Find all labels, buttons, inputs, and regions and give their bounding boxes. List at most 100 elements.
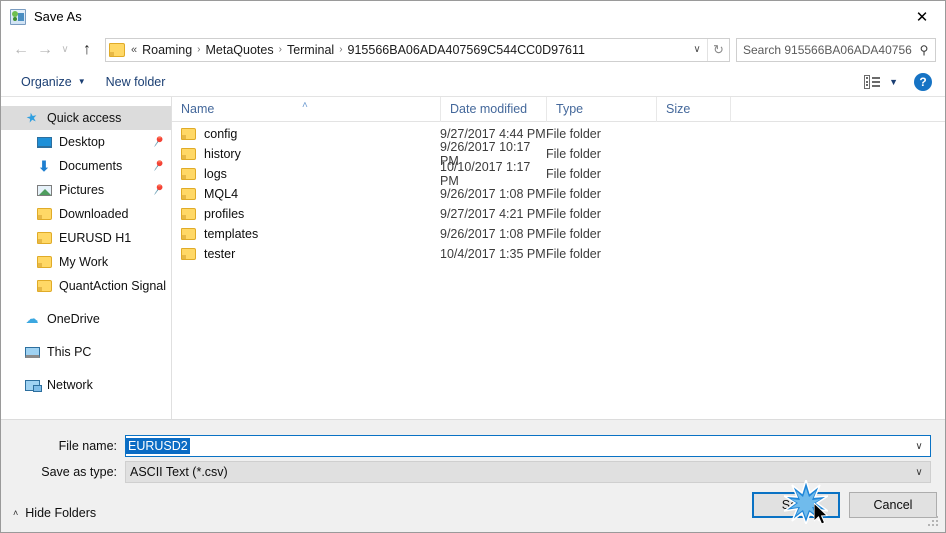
file-name-cell[interactable]: templates bbox=[172, 227, 440, 241]
cancel-button[interactable]: Cancel bbox=[849, 492, 937, 518]
table-row[interactable]: config 9/27/2017 4:44 PM File folder bbox=[172, 124, 945, 144]
breadcrumb-item-metaquotes[interactable]: MetaQuotes bbox=[202, 39, 278, 61]
sidebar-item-downloaded[interactable]: Downloaded bbox=[1, 202, 171, 226]
column-header-name[interactable]: ˄ Name bbox=[172, 97, 440, 122]
address-bar[interactable]: « Roaming › MetaQuotes › Terminal › 9155… bbox=[105, 37, 730, 62]
view-options-button[interactable]: ▼ bbox=[864, 74, 898, 89]
sidebar-item-label: QuantAction Signal bbox=[59, 279, 167, 293]
table-row[interactable]: profiles 9/27/2017 4:21 PM File folder bbox=[172, 204, 945, 224]
sidebar-item-label: Documents bbox=[59, 159, 123, 173]
resize-grip-icon[interactable] bbox=[928, 516, 940, 528]
search-input[interactable]: Search 915566BA06ADA40756… ⚲ bbox=[736, 37, 936, 62]
breadcrumb-item-terminal[interactable]: Terminal bbox=[283, 39, 338, 61]
navigation-sidebar: ★ Quick access Desktop 📍 ⬇ Documents 📍 Pictures… bbox=[1, 97, 172, 419]
file-name-text: MQL4 bbox=[204, 187, 239, 201]
type-cell: File folder bbox=[546, 187, 601, 201]
column-headers: ˄ Name Date modified Type Size bbox=[172, 96, 945, 122]
file-name-cell[interactable]: MQL4 bbox=[172, 187, 440, 201]
sidebar-item-pictures[interactable]: Pictures 📍 bbox=[1, 178, 171, 202]
search-icon[interactable]: ⚲ bbox=[913, 43, 935, 57]
breadcrumb-overflow-icon[interactable]: « bbox=[128, 44, 138, 56]
type-cell: File folder bbox=[546, 167, 601, 181]
file-list-pane: ˄ Name Date modified Type Size config 9/2… bbox=[172, 96, 945, 419]
sidebar-item-network[interactable]: Network bbox=[1, 373, 171, 397]
file-name-text: config bbox=[204, 127, 238, 141]
sidebar-item-my-work[interactable]: My Work bbox=[1, 250, 171, 274]
sidebar-item-quantaction-signal[interactable]: QuantAction Signal bbox=[1, 274, 171, 298]
chevron-down-icon[interactable]: ▼ bbox=[889, 77, 898, 87]
hide-folders-button[interactable]: ˄ Hide Folders bbox=[13, 506, 96, 520]
organize-button[interactable]: Organize ▼ bbox=[11, 70, 96, 94]
table-row[interactable]: MQL4 9/26/2017 1:08 PM File folder bbox=[172, 184, 945, 204]
sidebar-item-this-pc[interactable]: This PC bbox=[1, 340, 171, 364]
command-bar: Organize ▼ New folder ▼ ? bbox=[1, 67, 945, 97]
pin-icon[interactable]: 📍 bbox=[149, 133, 168, 152]
chevron-down-icon: ▼ bbox=[77, 77, 86, 86]
sidebar-item-desktop[interactable]: Desktop 📍 bbox=[1, 130, 171, 154]
picture-icon bbox=[35, 182, 53, 198]
file-name-input[interactable]: EURUSD2 ∨ bbox=[125, 435, 931, 457]
save-as-type-row: Save as type: ASCII Text (*.csv) ∨ bbox=[1, 461, 945, 483]
folder-icon bbox=[181, 188, 196, 200]
pc-icon bbox=[23, 344, 41, 360]
chevron-up-icon: ˄ bbox=[13, 508, 19, 518]
folder-icon bbox=[35, 254, 53, 270]
breadcrumb-item-roaming[interactable]: Roaming bbox=[138, 39, 196, 61]
file-name-cell[interactable]: profiles bbox=[172, 207, 440, 221]
sidebar-item-onedrive[interactable]: ☁ OneDrive bbox=[1, 307, 171, 331]
sidebar-item-quick-access[interactable]: ★ Quick access bbox=[1, 106, 171, 130]
file-name-text: profiles bbox=[204, 207, 245, 221]
organize-label: Organize bbox=[21, 74, 72, 89]
title-bar: Save As ✕ bbox=[1, 1, 945, 32]
content-area: ★ Quick access Desktop 📍 ⬇ Documents 📍 Pictures… bbox=[1, 96, 945, 419]
chevron-down-icon[interactable]: ∨ bbox=[908, 441, 930, 452]
chevron-down-icon[interactable]: ∨ bbox=[908, 467, 930, 478]
chevron-down-icon[interactable]: ∨ bbox=[687, 44, 707, 55]
folder-icon bbox=[181, 128, 196, 140]
file-name-cell[interactable]: logs bbox=[172, 167, 440, 181]
file-name-cell[interactable]: config bbox=[172, 127, 440, 141]
help-button[interactable]: ? bbox=[914, 72, 932, 91]
sidebar-item-documents[interactable]: ⬇ Documents 📍 bbox=[1, 154, 171, 178]
up-icon[interactable]: ↑ bbox=[75, 38, 99, 62]
sidebar-item-label: My Work bbox=[59, 255, 109, 269]
hide-folders-label: Hide Folders bbox=[25, 506, 97, 520]
save-as-type-select[interactable]: ASCII Text (*.csv) ∨ bbox=[125, 461, 931, 483]
sidebar-item-eurusd-h1[interactable]: EURUSD H1 bbox=[1, 226, 171, 250]
column-header-size[interactable]: Size bbox=[656, 96, 730, 122]
download-icon: ⬇ bbox=[38, 157, 50, 174]
sidebar-item-label: Desktop bbox=[59, 135, 105, 149]
file-name-cell[interactable]: history bbox=[172, 147, 440, 161]
save-button[interactable]: Save bbox=[752, 492, 840, 518]
file-rows: config 9/27/2017 4:44 PM File folder histor… bbox=[172, 122, 945, 419]
table-row[interactable]: templates 9/26/2017 1:08 PM File folder bbox=[172, 224, 945, 244]
table-row[interactable]: tester 10/4/2017 1:35 PM File folder bbox=[172, 244, 945, 264]
back-icon[interactable]: ← bbox=[9, 38, 33, 62]
type-cell: File folder bbox=[546, 247, 601, 261]
pin-icon[interactable]: 📍 bbox=[149, 181, 168, 200]
table-row[interactable]: logs 10/10/2017 1:17 PM File folder bbox=[172, 160, 945, 188]
sidebar-item-label: OneDrive bbox=[47, 312, 100, 326]
breadcrumb-item-terminal-id[interactable]: 915566BA06ADA407569C544CC0D97611 bbox=[344, 39, 589, 61]
type-cell: File folder bbox=[546, 147, 601, 161]
column-header-date-modified[interactable]: Date modified bbox=[440, 96, 546, 122]
column-header-type[interactable]: Type bbox=[546, 96, 656, 122]
view-list-icon bbox=[864, 74, 882, 89]
recent-locations-icon[interactable]: ∨ bbox=[57, 38, 73, 62]
refresh-icon[interactable]: ↻ bbox=[707, 38, 729, 61]
new-folder-label: New folder bbox=[105, 74, 166, 89]
close-icon[interactable]: ✕ bbox=[899, 1, 945, 32]
table-row[interactable]: history 9/26/2017 10:17 PM File folder bbox=[172, 140, 945, 168]
column-header-filler bbox=[730, 96, 945, 122]
date-modified-cell: 10/10/2017 1:17 PM bbox=[440, 160, 531, 188]
pin-icon[interactable]: 📍 bbox=[149, 157, 168, 176]
date-modified-cell: 9/27/2017 4:21 PM bbox=[440, 207, 546, 221]
file-name-cell[interactable]: tester bbox=[172, 247, 440, 261]
forward-icon[interactable]: → bbox=[33, 38, 57, 62]
folder-icon bbox=[181, 248, 196, 260]
file-name-row: File name: EURUSD2 ∨ bbox=[1, 435, 945, 457]
save-as-type-value: ASCII Text (*.csv) bbox=[130, 465, 228, 479]
new-folder-button[interactable]: New folder bbox=[96, 70, 176, 94]
